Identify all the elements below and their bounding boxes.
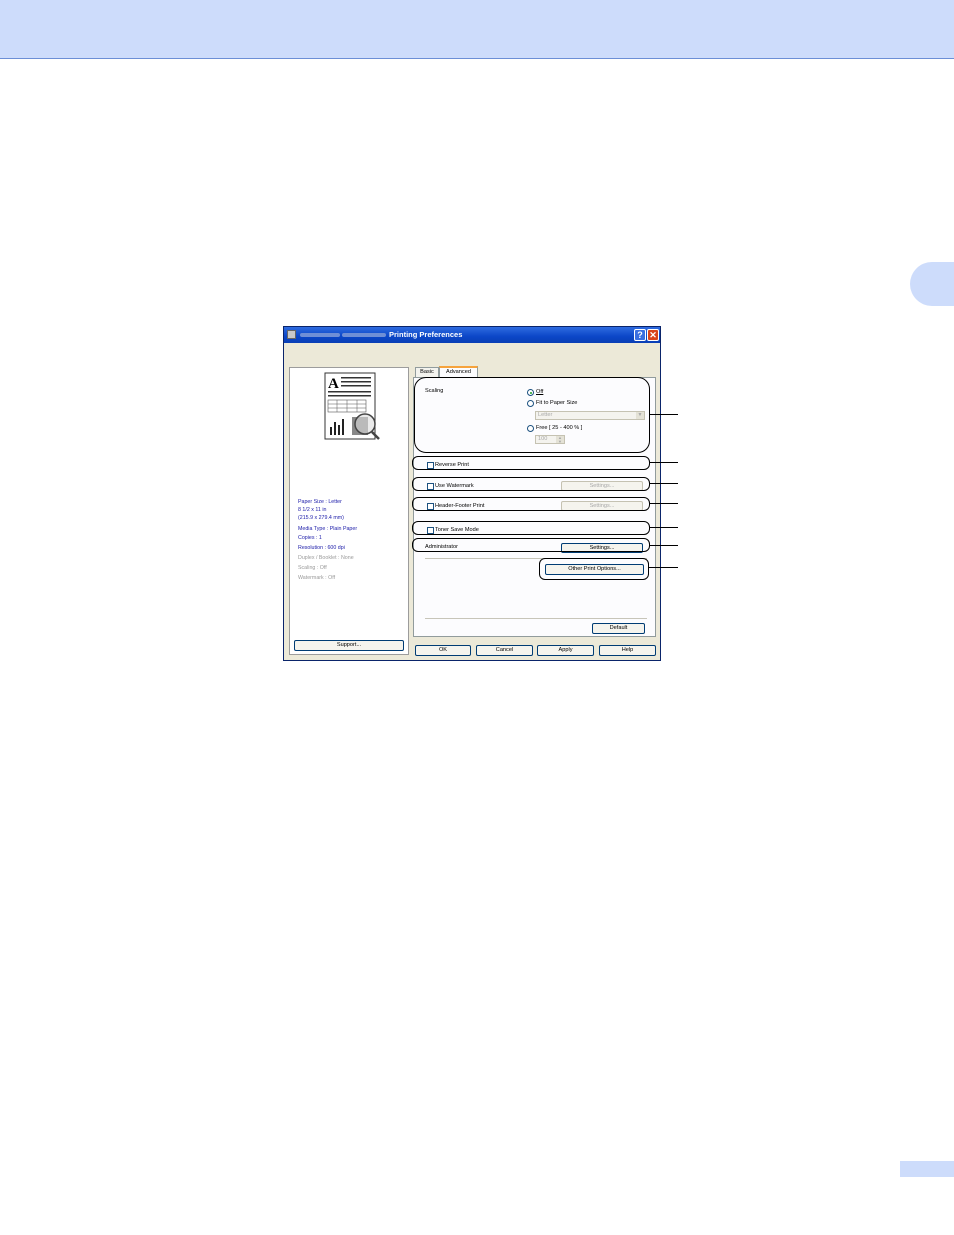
title-bar: Printing Preferences ? ✕	[284, 327, 660, 343]
callout-watermark	[412, 477, 650, 491]
callout-administrator	[412, 538, 650, 552]
chapter-tab	[910, 262, 954, 306]
info-paper-dims-in: 8 1/2 x 11 in	[298, 507, 327, 513]
close-icon[interactable]: ✕	[647, 329, 659, 341]
help-button[interactable]: Help	[599, 645, 656, 656]
info-media-type: Media Type : Plain Paper	[298, 526, 358, 532]
tab-basic[interactable]: Basic	[415, 367, 439, 377]
leader-line	[650, 545, 678, 547]
callout-header-footer	[412, 497, 650, 511]
leader-line	[650, 503, 678, 505]
callout-reverse-print	[412, 456, 650, 470]
info-scaling: Scaling : Off	[298, 565, 327, 571]
leader-line	[649, 567, 678, 569]
ok-button[interactable]: OK	[415, 645, 471, 656]
svg-text:A: A	[328, 376, 339, 392]
support-button[interactable]: Support...	[294, 640, 404, 651]
info-resolution: Resolution : 600 dpi	[298, 545, 345, 551]
callout-toner-save	[412, 521, 650, 535]
leader-line	[650, 527, 678, 529]
info-paper-size: Paper Size : Letter	[298, 499, 342, 505]
page-number-tab	[900, 1161, 954, 1177]
info-copies: Copies : 1	[298, 535, 322, 541]
info-duplex: Duplex / Booklet : None	[298, 555, 354, 561]
info-paper-dims-mm: (215.9 x 279.4 mm)	[298, 515, 344, 521]
leader-line	[650, 483, 678, 485]
apply-button[interactable]: Apply	[537, 645, 594, 656]
dialog-title: Printing Preferences	[389, 330, 463, 339]
question-icon[interactable]: ?	[634, 329, 646, 341]
redacted-model-name	[300, 333, 340, 337]
divider-bottom	[425, 618, 647, 619]
redacted-model-name-2	[342, 333, 386, 337]
info-watermark: Watermark : Off	[298, 575, 336, 581]
callout-other-options	[539, 558, 649, 580]
leader-line	[650, 414, 678, 416]
printer-icon	[287, 330, 296, 339]
preview-panel: A Paper Size : Letter 8 1/2 x 11 in (215…	[289, 367, 409, 655]
leader-line	[650, 462, 678, 464]
default-button[interactable]: Default	[592, 623, 645, 634]
header-band	[0, 0, 954, 59]
tab-advanced[interactable]: Advanced	[439, 366, 478, 377]
document-preview-icon: A	[324, 372, 380, 440]
cancel-button[interactable]: Cancel	[476, 645, 533, 656]
callout-scaling	[414, 377, 650, 453]
